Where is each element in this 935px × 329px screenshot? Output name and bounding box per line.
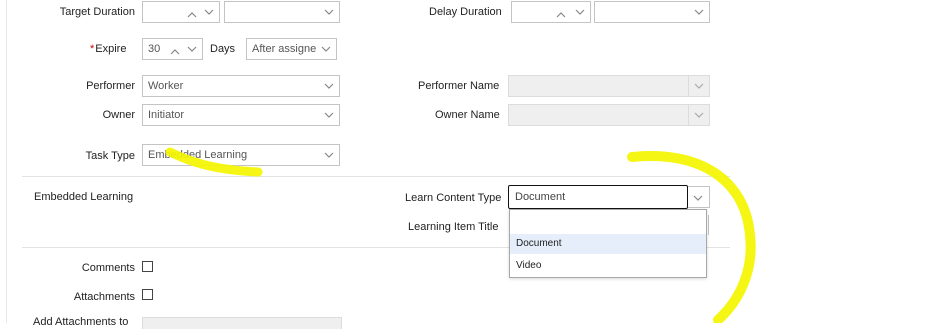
performer-name-label: Performer Name bbox=[418, 80, 500, 92]
chevron-down-icon bbox=[324, 7, 334, 17]
chevron-up-icon[interactable] bbox=[187, 7, 197, 18]
task-type-label: Task Type bbox=[85, 150, 135, 162]
owner-name-label: Owner Name bbox=[435, 109, 500, 121]
add-attachments-select[interactable] bbox=[142, 317, 342, 329]
chevron-down-icon[interactable] bbox=[187, 44, 197, 54]
add-attachments-label: Add Attachments to bbox=[33, 316, 129, 328]
attachments-label: Attachments bbox=[73, 291, 135, 303]
learn-content-type-toggle[interactable] bbox=[688, 186, 710, 208]
target-duration-input[interactable] bbox=[142, 1, 220, 23]
chevron-down-icon bbox=[694, 110, 704, 120]
dropdown-blank-option[interactable] bbox=[510, 213, 706, 233]
expire-label-text: Expire bbox=[95, 43, 127, 55]
chevron-down-icon bbox=[694, 81, 704, 91]
dropdown-option-label: Video bbox=[516, 260, 542, 271]
performer-value: Worker bbox=[148, 80, 184, 92]
chevron-up-icon[interactable] bbox=[556, 7, 566, 18]
section-divider-top bbox=[22, 176, 730, 177]
expire-value: 30 bbox=[148, 43, 161, 55]
attachments-checkbox[interactable] bbox=[142, 289, 153, 300]
learning-item-title-label: Learning Item Title bbox=[408, 221, 499, 233]
expire-label: *Expire bbox=[90, 43, 126, 55]
learn-content-type-value: Document bbox=[515, 191, 566, 203]
owner-select[interactable]: Initiator bbox=[142, 104, 340, 126]
chevron-down-icon bbox=[694, 7, 704, 17]
delay-duration-label: Delay Duration bbox=[429, 6, 502, 18]
select-separator bbox=[688, 105, 689, 125]
annotation-overlay bbox=[165, 147, 756, 323]
expire-mode-select[interactable]: After assigne bbox=[246, 38, 337, 60]
chevron-down-icon bbox=[324, 150, 334, 160]
dropdown-option-document[interactable]: Document bbox=[510, 234, 706, 254]
comments-checkbox[interactable] bbox=[142, 261, 153, 272]
task-type-select[interactable]: Embedded Learning bbox=[142, 144, 340, 166]
chevron-down-icon bbox=[324, 110, 334, 120]
required-mark: * bbox=[90, 43, 95, 55]
expire-input[interactable]: 30 bbox=[142, 38, 203, 60]
chevron-down-icon[interactable] bbox=[204, 7, 214, 17]
left-border bbox=[6, 0, 7, 323]
embedded-learning-section-title: Embedded Learning bbox=[34, 191, 134, 203]
owner-label: Owner bbox=[102, 109, 135, 121]
chevron-down-icon bbox=[321, 44, 331, 54]
dropdown-option-video[interactable]: Video bbox=[510, 256, 706, 276]
select-separator bbox=[688, 76, 689, 96]
target-duration-unit-select[interactable] bbox=[224, 1, 340, 23]
delay-duration-unit-select[interactable] bbox=[594, 1, 710, 23]
learning-item-title-input-edge bbox=[708, 215, 709, 235]
chevron-down-icon[interactable] bbox=[575, 7, 585, 17]
performer-name-select[interactable] bbox=[508, 75, 710, 97]
chevron-down-icon[interactable] bbox=[693, 193, 703, 203]
owner-value: Initiator bbox=[148, 109, 185, 121]
chevron-up-icon[interactable] bbox=[170, 44, 180, 55]
learn-content-type-select[interactable]: Document bbox=[508, 185, 710, 209]
dropdown-option-label: Document bbox=[516, 238, 562, 249]
target-duration-label: Target Duration bbox=[59, 6, 135, 18]
expire-mode-value: After assigne bbox=[252, 43, 317, 55]
learn-content-type-dropdown: Document Video bbox=[509, 209, 707, 278]
comments-label: Comments bbox=[81, 262, 135, 274]
performer-label: Performer bbox=[86, 80, 135, 92]
task-type-value: Embedded Learning bbox=[148, 149, 248, 161]
chevron-down-icon bbox=[324, 81, 334, 91]
performer-select[interactable]: Worker bbox=[142, 75, 340, 97]
expire-unit-label: Days bbox=[210, 43, 236, 55]
owner-name-select[interactable] bbox=[508, 104, 710, 126]
delay-duration-input[interactable] bbox=[511, 1, 591, 23]
learn-content-type-value-box[interactable]: Document bbox=[508, 185, 688, 209]
learn-content-type-label: Learn Content Type bbox=[405, 192, 502, 204]
